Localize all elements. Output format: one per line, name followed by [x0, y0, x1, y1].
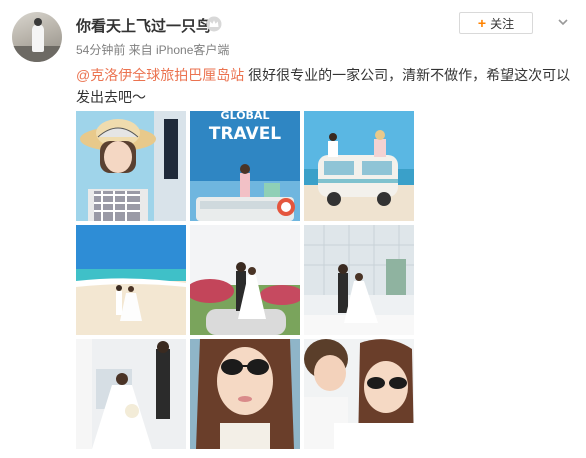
chevron-down-icon[interactable]: [556, 15, 570, 29]
banner-line-2: TRAVEL: [209, 124, 281, 144]
photo-8[interactable]: [190, 339, 300, 449]
mention-link[interactable]: @克洛伊全球旅拍巴厘岛站: [76, 67, 244, 83]
plus-icon: +: [477, 15, 487, 31]
post-text: @克洛伊全球旅拍巴厘岛站 很好很专业的一家公司，清新不做作，希望这次可以发出去吧…: [76, 64, 576, 108]
photo-3[interactable]: [304, 111, 414, 221]
photo-7[interactable]: [76, 339, 186, 449]
photo-grid: GLOBAL TRAVEL: [76, 111, 414, 450]
photo-1[interactable]: [76, 111, 186, 221]
follow-button[interactable]: + 关注: [459, 12, 533, 34]
follow-label: 关注: [490, 16, 515, 31]
username[interactable]: 你看天上飞过一只鸟: [76, 15, 211, 36]
photo-4[interactable]: [76, 225, 186, 335]
photo-6[interactable]: [304, 225, 414, 335]
banner-line-1: GLOBAL: [221, 111, 270, 122]
avatar-figure: [32, 24, 44, 52]
photo-5[interactable]: [190, 225, 300, 335]
avatar-head: [34, 18, 42, 26]
photo-2[interactable]: GLOBAL TRAVEL: [190, 111, 300, 221]
crown-icon: [206, 16, 222, 32]
avatar[interactable]: [12, 12, 62, 62]
post-meta: 54分钟前 来自 iPhone客户端: [76, 43, 230, 57]
photo-9[interactable]: [304, 339, 414, 449]
